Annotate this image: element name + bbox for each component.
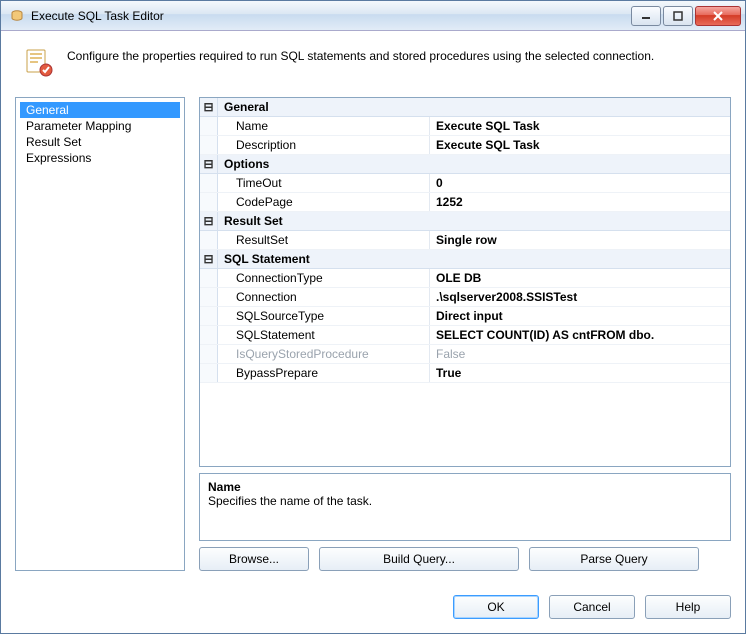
dialog-body: Configure the properties required to run… xyxy=(1,31,745,633)
cancel-button[interactable]: Cancel xyxy=(549,595,635,619)
dialog-window: Execute SQL Task Editor xyxy=(0,0,746,634)
property-help-box: Name Specifies the name of the task. xyxy=(199,473,731,541)
category-label: Options xyxy=(218,155,430,173)
prop-value[interactable]: 0 xyxy=(430,174,730,192)
nav-item-parameter-mapping[interactable]: Parameter Mapping xyxy=(20,118,180,134)
dialog-header: Configure the properties required to run… xyxy=(15,41,731,97)
prop-label: BypassPrepare xyxy=(218,364,430,382)
collapse-icon[interactable]: ⊟ xyxy=(200,155,218,173)
collapse-icon[interactable]: ⊟ xyxy=(200,98,218,116)
property-grid[interactable]: ⊟GeneralNameExecute SQL TaskDescriptionE… xyxy=(199,97,731,467)
propgrid-category[interactable]: ⊟SQL Statement xyxy=(200,250,730,269)
nav-item-general[interactable]: General xyxy=(20,102,180,118)
prop-label: SQLStatement xyxy=(218,326,430,344)
prop-value[interactable]: Execute SQL Task xyxy=(430,136,730,154)
help-name: Name xyxy=(208,480,722,494)
prop-value[interactable]: SELECT COUNT(ID) AS cntFROM dbo. xyxy=(430,326,730,344)
propgrid-row[interactable]: IsQueryStoredProcedureFalse xyxy=(200,345,730,364)
propgrid-category[interactable]: ⊟Options xyxy=(200,155,730,174)
browse-button[interactable]: Browse... xyxy=(199,547,309,571)
propgrid-row[interactable]: SQLSourceTypeDirect input xyxy=(200,307,730,326)
prop-label: TimeOut xyxy=(218,174,430,192)
propgrid-row[interactable]: ConnectionTypeOLE DB xyxy=(200,269,730,288)
prop-value[interactable]: Direct input xyxy=(430,307,730,325)
help-button[interactable]: Help xyxy=(645,595,731,619)
propgrid-row[interactable]: SQLStatementSELECT COUNT(ID) AS cntFROM … xyxy=(200,326,730,345)
prop-value[interactable]: .\sqlserver2008.SSISTest xyxy=(430,288,730,306)
minimize-button[interactable] xyxy=(631,6,661,26)
collapse-icon[interactable]: ⊟ xyxy=(200,212,218,230)
ok-button[interactable]: OK xyxy=(453,595,539,619)
propgrid-category[interactable]: ⊟General xyxy=(200,98,730,117)
propgrid-row[interactable]: DescriptionExecute SQL Task xyxy=(200,136,730,155)
propgrid-row[interactable]: Connection.\sqlserver2008.SSISTest xyxy=(200,288,730,307)
category-label: General xyxy=(218,98,430,116)
right-column: ⊟GeneralNameExecute SQL TaskDescriptionE… xyxy=(199,97,731,571)
propgrid-row[interactable]: TimeOut0 xyxy=(200,174,730,193)
propgrid-row[interactable]: BypassPrepareTrue xyxy=(200,364,730,383)
main-area: GeneralParameter MappingResult SetExpres… xyxy=(15,97,731,571)
prop-value[interactable]: True xyxy=(430,364,730,382)
titlebar[interactable]: Execute SQL Task Editor xyxy=(1,1,745,31)
query-buttons-row: Browse... Build Query... Parse Query xyxy=(199,547,731,571)
prop-value[interactable]: 1252 xyxy=(430,193,730,211)
parse-query-button[interactable]: Parse Query xyxy=(529,547,699,571)
category-label: SQL Statement xyxy=(218,250,430,268)
task-icon xyxy=(23,47,55,79)
dialog-footer: OK Cancel Help xyxy=(15,571,731,619)
prop-label: SQLSourceType xyxy=(218,307,430,325)
maximize-button[interactable] xyxy=(663,6,693,26)
app-icon xyxy=(9,8,25,24)
window-title: Execute SQL Task Editor xyxy=(31,9,629,23)
prop-label: Connection xyxy=(218,288,430,306)
prop-label: ResultSet xyxy=(218,231,430,249)
window-buttons xyxy=(629,6,741,26)
nav-item-result-set[interactable]: Result Set xyxy=(20,134,180,150)
prop-label: ConnectionType xyxy=(218,269,430,287)
prop-label: Name xyxy=(218,117,430,135)
prop-value[interactable]: Single row xyxy=(430,231,730,249)
dialog-description: Configure the properties required to run… xyxy=(67,47,654,63)
prop-value[interactable]: OLE DB xyxy=(430,269,730,287)
prop-label: IsQueryStoredProcedure xyxy=(218,345,430,363)
propgrid-category[interactable]: ⊟Result Set xyxy=(200,212,730,231)
collapse-icon[interactable]: ⊟ xyxy=(200,250,218,268)
close-button[interactable] xyxy=(695,6,741,26)
propgrid-row[interactable]: ResultSetSingle row xyxy=(200,231,730,250)
nav-item-expressions[interactable]: Expressions xyxy=(20,150,180,166)
build-query-button[interactable]: Build Query... xyxy=(319,547,519,571)
prop-value[interactable]: False xyxy=(430,345,730,363)
propgrid-row[interactable]: NameExecute SQL Task xyxy=(200,117,730,136)
nav-pane: GeneralParameter MappingResult SetExpres… xyxy=(15,97,185,571)
prop-label: Description xyxy=(218,136,430,154)
category-label: Result Set xyxy=(218,212,430,230)
help-text: Specifies the name of the task. xyxy=(208,494,722,508)
prop-value[interactable]: Execute SQL Task xyxy=(430,117,730,135)
propgrid-row[interactable]: CodePage1252 xyxy=(200,193,730,212)
prop-label: CodePage xyxy=(218,193,430,211)
